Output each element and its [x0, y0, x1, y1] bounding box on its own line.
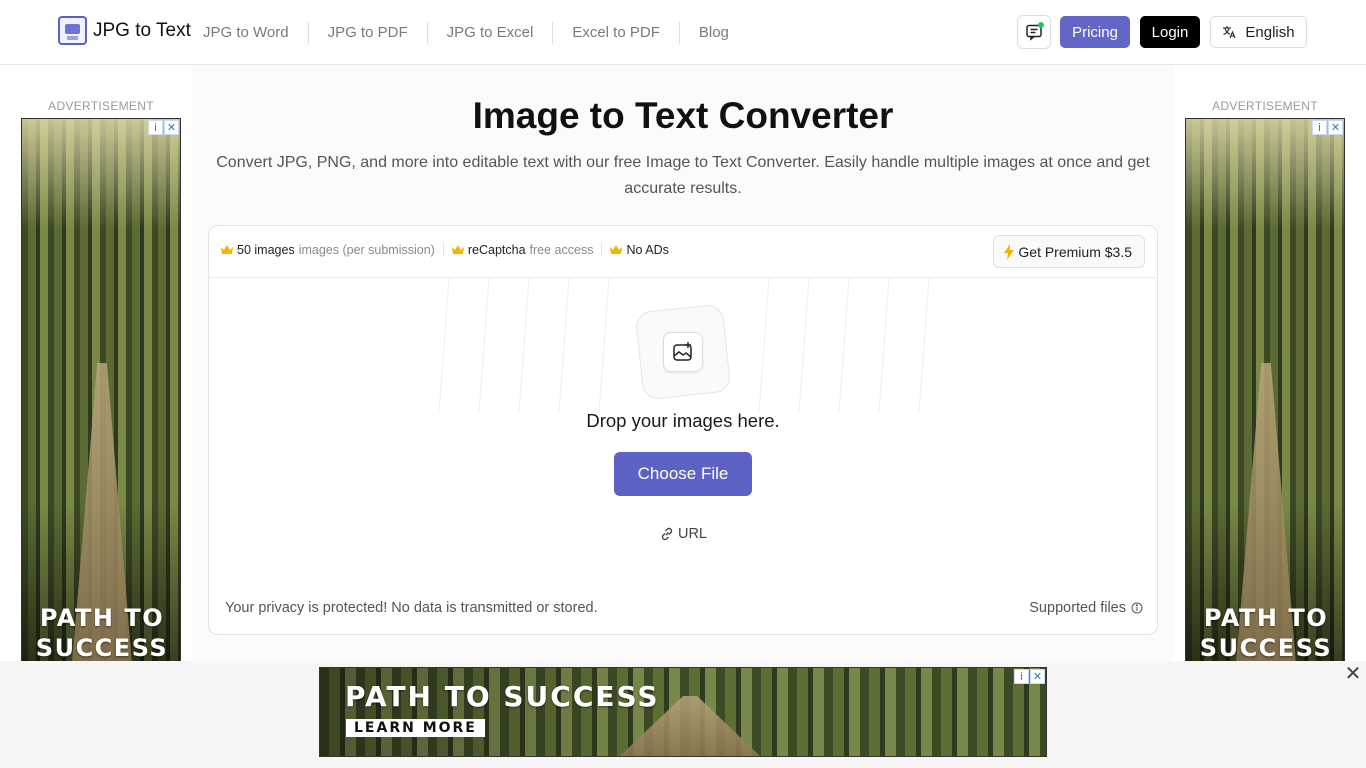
lightning-icon	[1004, 243, 1015, 260]
close-sticky-ad-icon[interactable]: ✕	[1343, 664, 1363, 684]
perk-recaptcha: reCaptcha free access	[451, 243, 603, 257]
ad-info-icon[interactable]: i	[1014, 669, 1029, 684]
ad-close-icon[interactable]: ✕	[1030, 669, 1045, 684]
perk-muted: free access	[529, 243, 594, 257]
site-header: JPG to Text JPG to Word JPG to PDF JPG t…	[0, 0, 1366, 65]
perk-muted: images (per submission)	[298, 243, 435, 257]
crown-icon	[610, 245, 623, 254]
link-icon	[661, 527, 673, 541]
language-label: English	[1245, 23, 1295, 41]
upload-card-header: 50 images images (per submission) reCapt…	[209, 226, 1157, 278]
crown-icon	[451, 245, 464, 254]
ad-label-left: ADVERTISEMENT	[48, 99, 154, 113]
supported-files-label: Supported files	[1029, 600, 1126, 616]
learn-more-button[interactable]: LEARN MORE	[346, 719, 485, 737]
nav-excel-to-pdf[interactable]: Excel to PDF	[553, 22, 680, 44]
ad-sky	[22, 119, 180, 229]
nav-blog[interactable]: Blog	[680, 22, 748, 44]
perk-strong: reCaptcha	[467, 243, 526, 257]
premium-label: Get Premium $3.5	[1018, 243, 1132, 260]
ad-headline: PATH TO SUCCESS	[1186, 603, 1344, 663]
left-side-ad[interactable]: i ✕ PATH TO SUCCESS	[21, 118, 181, 664]
url-label: URL	[677, 526, 707, 542]
ad-sky	[1186, 119, 1344, 229]
url-upload-link[interactable]: URL	[209, 526, 1157, 542]
ad-close-icon[interactable]: ✕	[164, 120, 179, 135]
choose-file-button[interactable]: Choose File	[614, 452, 752, 496]
page-subtitle: Convert JPG, PNG, and more into editable…	[216, 154, 1150, 197]
page-title: Image to Text Converter	[472, 95, 894, 136]
ad-headline-line1: PATH TO	[1203, 604, 1329, 632]
bottom-banner-ad[interactable]: PATH TO SUCCESS LEARN MORE i ✕	[319, 667, 1047, 757]
perk-strong: 50 images	[237, 243, 295, 257]
pricing-button[interactable]: Pricing	[1060, 16, 1130, 48]
notification-dot	[1038, 22, 1044, 28]
image-plus-icon	[673, 342, 692, 361]
ad-choices[interactable]: i ✕	[1312, 120, 1343, 135]
site-logo[interactable]: JPG to Text	[58, 16, 191, 45]
ad-info-icon[interactable]: i	[1312, 120, 1327, 135]
nav-jpg-to-pdf[interactable]: JPG to PDF	[309, 22, 428, 44]
perk-images: 50 images images (per submission)	[221, 243, 444, 257]
login-button[interactable]: Login	[1140, 16, 1200, 48]
nav-jpg-to-excel[interactable]: JPG to Excel	[428, 22, 554, 44]
upload-card: 50 images images (per submission) reCapt…	[208, 225, 1158, 635]
supported-files-link[interactable]: Supported files	[1029, 600, 1143, 616]
nav-jpg-to-word[interactable]: JPG to Word	[192, 22, 309, 44]
ad-choices[interactable]: i ✕	[148, 120, 179, 135]
ad-headline: PATH TO SUCCESS	[22, 603, 180, 663]
perk-list: 50 images images (per submission) reCapt…	[221, 243, 685, 257]
crown-icon	[221, 245, 233, 254]
logo-icon	[58, 16, 87, 45]
privacy-notice: Your privacy is protected! No data is tr…	[225, 600, 598, 616]
ad-label-right: ADVERTISEMENT	[1212, 99, 1318, 113]
ad-info-icon[interactable]: i	[148, 120, 163, 135]
ad-headline-line1: PATH TO	[39, 604, 165, 632]
info-icon	[1131, 602, 1143, 614]
ad-headline-line2: SUCCESS	[35, 634, 169, 662]
perk-strong: No ADs	[626, 243, 669, 257]
dropzone-text: Drop your images here.	[586, 410, 780, 431]
image-upload-icon[interactable]	[663, 332, 703, 372]
language-selector[interactable]: English	[1210, 16, 1307, 48]
get-premium-button[interactable]: Get Premium $3.5	[993, 235, 1145, 268]
perk-no-ads: No ADs	[610, 243, 676, 257]
ad-headline: PATH TO SUCCESS	[345, 680, 660, 713]
main-nav: JPG to Word JPG to PDF JPG to Excel Exce…	[192, 22, 748, 44]
translate-icon	[1223, 26, 1236, 39]
feedback-button[interactable]	[1017, 15, 1051, 49]
ad-close-icon[interactable]: ✕	[1328, 120, 1343, 135]
ad-choices[interactable]: i ✕	[1014, 669, 1045, 684]
ad-headline-line2: SUCCESS	[1199, 634, 1333, 662]
logo-text: JPG to Text	[93, 19, 191, 41]
right-side-ad[interactable]: i ✕ PATH TO SUCCESS	[1185, 118, 1345, 664]
